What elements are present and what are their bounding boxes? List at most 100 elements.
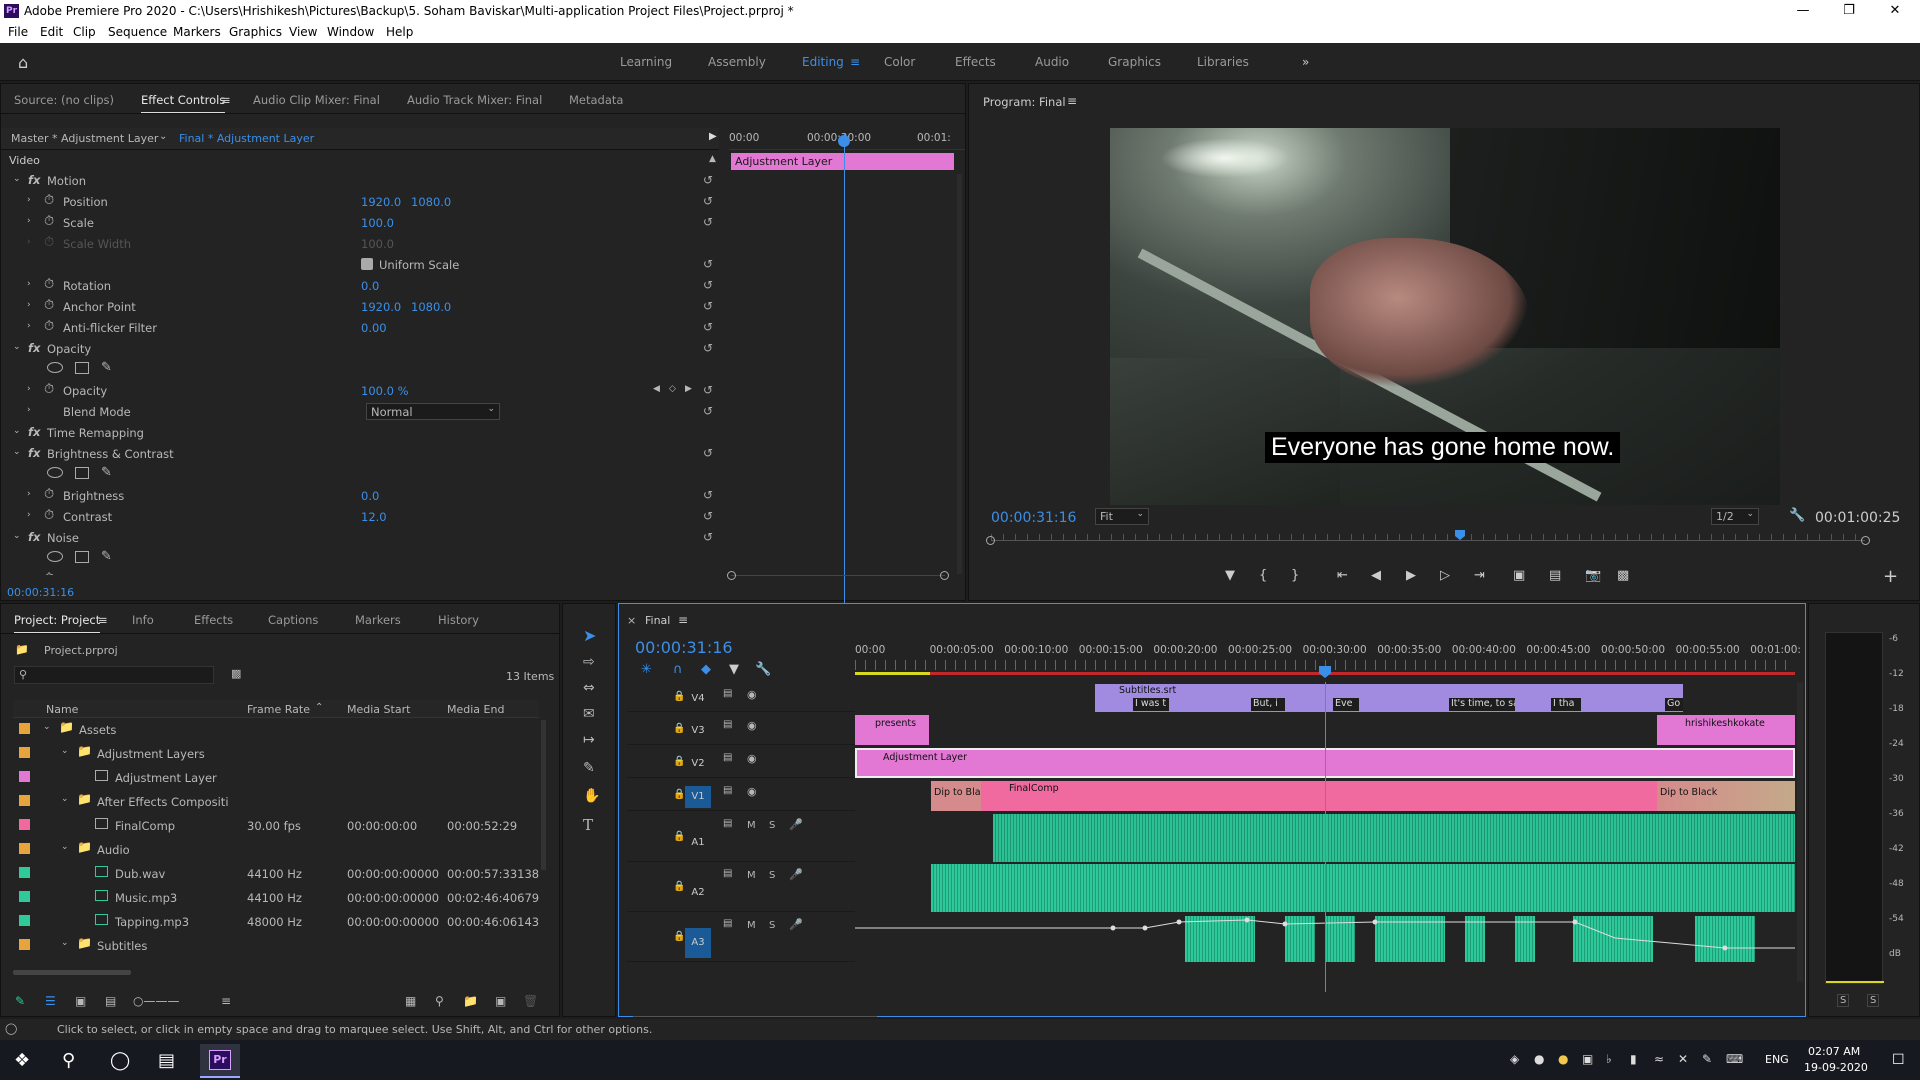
tab-effects[interactable]: Effects [194,613,233,627]
track-target[interactable]: V2 [685,753,711,775]
menu-sequence[interactable]: Sequence [108,25,167,39]
col-media-start[interactable]: Media Start [347,703,410,716]
slip-tool-icon[interactable]: ↦ [583,732,595,748]
ripple-edit-tool-icon[interactable]: ⇔ [583,680,595,696]
chevron-down-icon[interactable]: ⌄ [13,531,21,541]
dip-to-black-clip[interactable]: Dip to Black [931,781,981,811]
project-search-input[interactable]: ⚲ [14,666,214,684]
play-clip-icon[interactable]: ▶ [709,131,717,142]
subtitles-clip[interactable]: Subtitles.srt [1095,684,1683,712]
sync-lock-icon[interactable]: ▤ [723,785,732,796]
reset-icon[interactable]: ↺ [703,446,713,460]
ws-editing[interactable]: Editing [802,55,844,69]
reset-icon[interactable]: ↺ [703,383,713,397]
project-h-scrollbar[interactable] [13,970,131,975]
search-icon[interactable]: ⚲ [62,1050,75,1071]
comparison-view-icon[interactable]: ▩ [1617,568,1629,583]
settings-wrench-icon[interactable]: 🔧 [755,662,771,677]
ec-zoom-bar[interactable] [731,575,945,576]
solo-button[interactable]: S [769,820,775,831]
restore-icon[interactable]: ❐ [1826,0,1872,22]
stopwatch-icon[interactable]: ⏱ [44,319,54,334]
menu-markers[interactable]: Markers [173,25,221,39]
tab-markers[interactable]: Markers [355,613,401,627]
play-icon[interactable]: ▶ [1406,568,1416,583]
timeline-zoom-bar[interactable] [633,1016,877,1017]
video-frame[interactable]: Everyone has gone home now. [1110,128,1780,505]
property-value[interactable]: 0.00 [361,321,387,335]
export-frame-icon[interactable]: 📷 [1585,568,1601,583]
microphone-icon[interactable]: 🎤 [789,868,803,881]
lock-icon[interactable]: 🔒 [673,723,685,734]
reset-icon[interactable]: ↺ [703,278,713,292]
find-icon[interactable]: ⚲ [435,994,444,1008]
wifi-icon[interactable]: ≈ [1654,1052,1664,1066]
label-color-swatch[interactable] [19,843,30,854]
col-name[interactable]: Name [46,703,78,716]
go-to-in-icon[interactable]: ⇤ [1337,568,1348,583]
mute-icon[interactable]: ✕ [1678,1052,1688,1066]
chevron-right-icon[interactable]: › [27,237,31,247]
program-menu-icon[interactable]: ≡ [1067,94,1077,108]
track-select-tool-icon[interactable]: ⇨ [583,654,595,670]
add-keyframe-icon[interactable]: ◇ [669,384,676,394]
chevron-down-icon[interactable]: ⌄ [13,426,21,436]
new-bin-icon[interactable]: 📁 [463,994,478,1008]
subtitle-block[interactable]: Go [1665,698,1683,711]
reset-icon[interactable]: ↺ [703,341,713,355]
sync-lock-icon[interactable]: ▤ [723,752,732,763]
label-color-swatch[interactable] [19,915,30,926]
chevron-right-icon[interactable]: › [27,510,31,520]
defender-icon[interactable]: ◈ [1510,1052,1519,1066]
stopwatch-icon[interactable]: ⏱ [44,571,54,575]
sync-lock-icon[interactable]: ▤ [723,918,732,929]
solo-button[interactable]: S [769,870,775,881]
new-search-bin-icon[interactable]: ▩ [231,667,241,680]
checkbox-icon[interactable] [361,258,373,270]
reset-icon[interactable]: ↺ [703,215,713,229]
project-menu-icon[interactable]: ≡ [98,613,108,627]
sync-lock-icon[interactable]: ▤ [723,719,732,730]
microphone-icon[interactable]: 🎤 [789,918,803,931]
chevron-right-icon[interactable]: › [27,216,31,226]
chevron-right-icon[interactable]: › [27,279,31,289]
blend-mode-select[interactable]: Normal ⌄ [366,403,500,420]
tab-source[interactable]: Source: (no clips) [14,93,114,107]
freeform-view-icon[interactable]: ▤ [105,994,116,1008]
property-value[interactable]: 100.0 % [361,384,409,398]
linked-selection-icon[interactable]: ◆ [701,662,711,677]
close-sequence-icon[interactable]: × [627,614,636,627]
ec-clip-bar[interactable]: Adjustment Layer [731,153,954,170]
subtitle-block[interactable]: Eve [1333,698,1359,711]
project-item[interactable]: ⌄ 📁 Adjustment Layers [13,744,539,765]
clock-date[interactable]: 19-09-2020 [1804,1061,1868,1074]
col-media-end[interactable]: Media End [447,703,504,716]
menu-graphics[interactable]: Graphics [229,25,282,39]
rectangle-mask-icon[interactable] [75,467,89,479]
sort-up-icon[interactable]: ⌃ [315,702,323,713]
rectangle-mask-icon[interactable] [75,362,89,374]
chevron-down-icon[interactable]: ⌄ [61,938,69,948]
tab-audio-track-mixer[interactable]: Audio Track Mixer: Final [407,93,542,107]
close-icon[interactable]: ✕ [1872,0,1918,22]
ws-libraries[interactable]: Libraries [1197,55,1249,69]
stopwatch-icon[interactable]: ⏱ [44,487,54,502]
microphone-icon[interactable]: ♭ [1606,1052,1612,1066]
program-scrubber[interactable] [991,540,1865,541]
stopwatch-icon[interactable]: ⏱ [44,235,54,250]
menu-help[interactable]: Help [386,25,413,39]
collapse-icon[interactable]: ▲ [709,154,716,164]
prev-keyframe-icon[interactable]: ◀ [653,384,660,394]
ec-timecode[interactable]: 00:00:31:16 [7,586,74,599]
menu-file[interactable]: File [8,25,28,39]
reset-icon[interactable]: ↺ [703,488,713,502]
track-target[interactable]: V4 [685,688,711,710]
project-item[interactable]: ⌄ 📁 Subtitles [13,936,539,957]
chevron-down-icon[interactable]: ⌄ [13,174,21,184]
chevron-right-icon[interactable]: › [27,384,31,394]
notifications-icon[interactable]: ☐ [1892,1052,1905,1068]
property-value[interactable]: 100.0 [361,216,394,230]
chevron-down-icon[interactable]: ⌄ [61,842,69,852]
step-back-icon[interactable]: ◀ [1371,568,1381,583]
dub-audio-clip[interactable] [993,814,1795,862]
